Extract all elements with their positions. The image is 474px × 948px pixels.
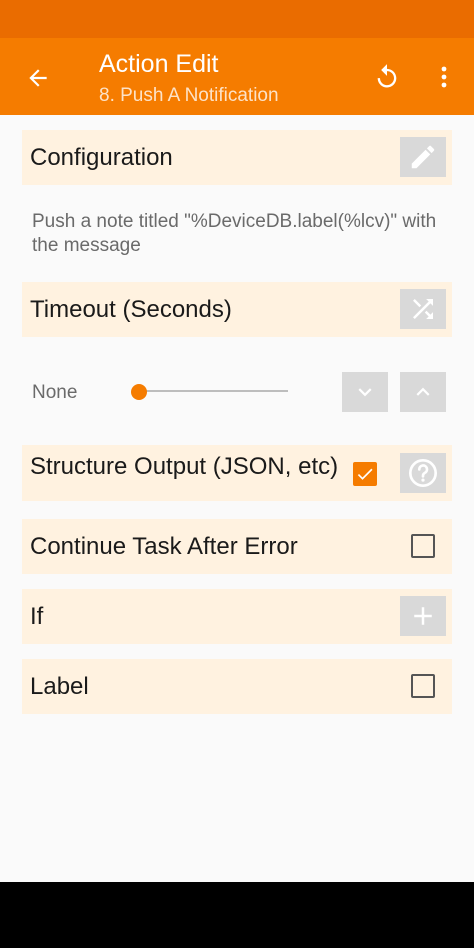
reset-icon [377, 64, 397, 88]
structure-output-label: Structure Output (JSON, etc) [30, 453, 339, 480]
plus-icon [414, 607, 432, 625]
label-field-label: Label [30, 673, 89, 700]
timeout-increment-button[interactable] [400, 372, 446, 412]
shuffle-icon [413, 299, 433, 319]
if-label: If [30, 603, 44, 630]
app-bar: Action Edit 8. Push A Notification [0, 38, 474, 115]
if-row: If [22, 589, 452, 644]
timeout-variable-button[interactable] [400, 289, 446, 329]
pencil-icon [411, 145, 435, 169]
continue-after-error-checkbox[interactable] [411, 534, 435, 558]
chevron-down-icon [358, 388, 372, 397]
label-row[interactable]: Label [22, 659, 452, 714]
help-icon [409, 459, 437, 487]
more-vertical-icon [441, 66, 447, 88]
chevron-up-icon [416, 387, 430, 396]
arrow-left-icon [29, 69, 47, 87]
page-title: Action Edit [99, 50, 219, 78]
structure-output-help-button[interactable] [400, 453, 446, 493]
timeout-value-label: None [32, 382, 78, 403]
timeout-row: Timeout (Seconds) [22, 282, 452, 337]
reset-button[interactable] [370, 60, 404, 94]
configuration-label: Configuration [30, 144, 173, 171]
more-options-button[interactable] [430, 60, 458, 94]
timeout-slider-track[interactable] [138, 390, 288, 392]
navigation-bar [0, 882, 474, 948]
checkmark-icon [357, 468, 373, 480]
structure-output-row: Structure Output (JSON, etc) [22, 445, 452, 501]
continue-after-error-row[interactable]: Continue Task After Error [22, 519, 452, 574]
edit-configuration-button[interactable] [400, 137, 446, 177]
timeout-decrement-button[interactable] [342, 372, 388, 412]
page-subtitle: 8. Push A Notification [99, 85, 279, 106]
configuration-row[interactable]: Configuration [22, 130, 452, 185]
back-button[interactable] [20, 60, 56, 96]
configuration-description: Push a note titled "%DeviceDB.label(%lcv… [32, 211, 437, 256]
timeout-slider-row: None [0, 368, 474, 418]
add-condition-button[interactable] [400, 596, 446, 636]
action-edit-screen: Action Edit 8. Push A Notification Confi… [0, 0, 474, 948]
timeout-label: Timeout (Seconds) [30, 296, 232, 323]
label-checkbox[interactable] [411, 674, 435, 698]
structure-output-checkbox[interactable] [353, 462, 377, 486]
continue-after-error-label: Continue Task After Error [30, 533, 298, 560]
status-bar [0, 0, 474, 38]
timeout-slider-thumb[interactable] [131, 384, 147, 400]
